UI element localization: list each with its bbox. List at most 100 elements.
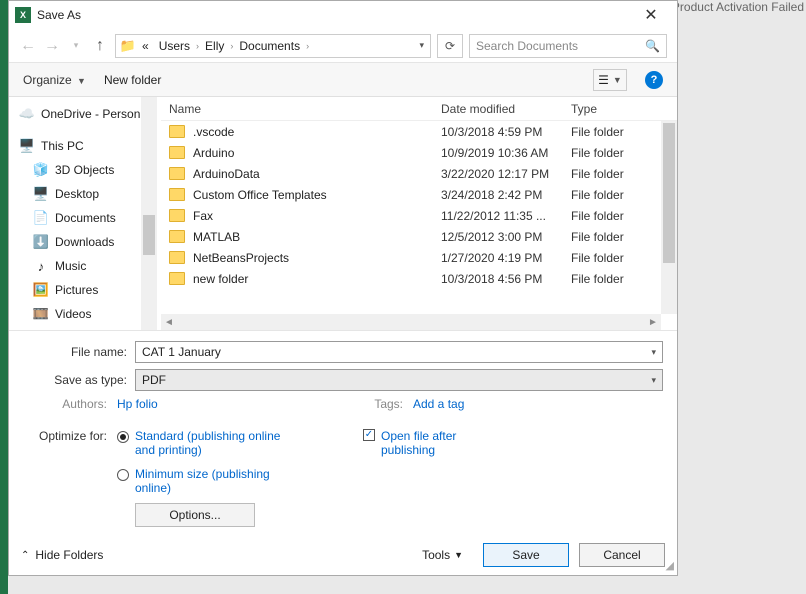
tree-scrollbar[interactable] — [141, 97, 157, 330]
file-date: 11/22/2012 11:35 ... — [441, 209, 571, 223]
back-button[interactable]: ← — [19, 37, 37, 55]
tree-item-desktop[interactable]: 🖥️Desktop — [33, 183, 153, 205]
breadcrumb-prefix: « — [138, 39, 153, 53]
file-name: MATLAB — [193, 230, 240, 244]
optimize-label: Optimize for: — [23, 429, 107, 443]
help-button[interactable]: ? — [645, 71, 663, 89]
authors-value[interactable]: Hp folio — [117, 397, 158, 411]
file-row[interactable]: Arduino10/9/2019 10:36 AMFile folder — [161, 142, 677, 163]
file-row[interactable]: new folder10/3/2018 4:56 PMFile folder — [161, 268, 677, 289]
address-bar[interactable]: 📁 « Users › Elly › Documents › ▾ — [115, 34, 431, 58]
breadcrumb-sep: › — [230, 41, 233, 51]
options-button[interactable]: Options... — [135, 503, 255, 527]
file-hscrollbar[interactable]: ◄ ► — [161, 314, 661, 330]
new-folder-button[interactable]: New folder — [104, 73, 161, 87]
organize-label: Organize — [23, 73, 72, 87]
breadcrumb-sep: › — [306, 41, 309, 51]
folder-icon — [169, 125, 185, 138]
chevron-down-icon: ▼ — [613, 75, 622, 85]
tree-item-pictures[interactable]: 🖼️Pictures — [33, 279, 153, 301]
search-input[interactable]: Search Documents 🔍 — [469, 34, 667, 58]
file-name: Arduino — [193, 146, 234, 160]
hide-folders-button[interactable]: ⌃ Hide Folders — [21, 548, 103, 562]
optimize-minimum-radio[interactable] — [117, 469, 129, 481]
file-type: File folder — [571, 209, 659, 223]
file-row[interactable]: ArduinoData3/22/2020 12:17 PMFile folder — [161, 163, 677, 184]
chevron-up-icon: ⌃ — [21, 550, 29, 561]
recent-caret[interactable]: ▾ — [67, 40, 85, 51]
refresh-button[interactable]: ⟳ — [437, 34, 463, 58]
scrollbar-thumb[interactable] — [143, 215, 155, 255]
scroll-left-icon[interactable]: ◄ — [161, 317, 177, 328]
resize-grip-icon[interactable]: ◢ — [666, 559, 674, 572]
organize-menu[interactable]: Organize ▼ — [23, 73, 86, 87]
titlebar: X Save As ✕ — [9, 1, 677, 29]
file-name: Custom Office Templates — [193, 188, 327, 202]
file-type: File folder — [571, 125, 659, 139]
optimize-minimum-label[interactable]: Minimum size (publishing online) — [135, 467, 285, 495]
file-vscrollbar[interactable] — [661, 121, 677, 314]
scroll-right-icon[interactable]: ► — [645, 317, 661, 328]
tree-item-label: 3D Objects — [55, 163, 114, 177]
tree-item-videos[interactable]: 🎞️Videos — [33, 303, 153, 325]
folder-location-icon: 📁 — [120, 38, 136, 54]
forward-button[interactable]: → — [43, 37, 61, 55]
file-row[interactable]: Custom Office Templates 3/24/2018 2:42 PM… — [161, 184, 677, 205]
authors-label: Authors: — [23, 397, 107, 411]
tree-item-3d-objects[interactable]: 🧊 3D Objects — [33, 159, 153, 181]
savetype-select[interactable]: PDF ▾ — [135, 369, 663, 391]
save-button[interactable]: Save — [483, 543, 569, 567]
tree-item-documents[interactable]: 📄 Documents — [33, 207, 153, 229]
breadcrumb-seg-1[interactable]: Elly — [201, 39, 228, 53]
chevron-down-icon[interactable]: ▾ — [651, 375, 656, 386]
open-after-label[interactable]: Open file after publishing — [381, 429, 501, 457]
scrollbar-thumb[interactable] — [663, 123, 675, 263]
body-area: ☁️OneDrive - Person🖥️This PC🧊3D Objects🖥… — [9, 97, 677, 330]
col-type[interactable]: Type — [571, 102, 659, 116]
file-type: File folder — [571, 146, 659, 160]
col-date[interactable]: Date modified — [441, 102, 571, 116]
tools-label: Tools — [422, 548, 450, 562]
tree-item-onedrive-person[interactable]: ☁️OneDrive - Person — [19, 103, 153, 125]
view-mode-button[interactable]: ☰ ▼ — [593, 69, 627, 91]
music-icon: ♪ — [33, 258, 49, 274]
breadcrumb-seg-2[interactable]: Documents — [235, 39, 304, 53]
tree-item-this-pc[interactable]: 🖥️This PC — [19, 135, 153, 157]
nav-row: ← → ▾ ↑ 📁 « Users › Elly › Documents › ▾… — [9, 29, 677, 63]
file-row[interactable]: MATLAB 12/5/2012 3:00 PMFile folder — [161, 226, 677, 247]
optimize-standard-radio[interactable] — [117, 431, 129, 443]
up-button[interactable]: ↑ — [91, 37, 109, 55]
cloud-icon: ☁️ — [19, 106, 35, 122]
cancel-button[interactable]: Cancel — [579, 543, 665, 567]
close-button[interactable]: ✕ — [631, 5, 671, 25]
doc-icon: 📄 — [33, 210, 49, 226]
optimize-standard-label[interactable]: Standard (publishing online and printing… — [135, 429, 285, 457]
file-date: 3/24/2018 2:42 PM — [441, 188, 571, 202]
chevron-down-icon[interactable]: ▾ — [651, 347, 656, 358]
file-type: File folder — [571, 230, 659, 244]
tools-menu[interactable]: Tools ▼ — [422, 548, 463, 562]
tree-item-label: This PC — [41, 139, 84, 153]
file-name: .vscode — [193, 125, 234, 139]
file-date: 12/5/2012 3:00 PM — [441, 230, 571, 244]
tree-item-downloads[interactable]: ⬇️Downloads — [33, 231, 153, 253]
file-row[interactable]: NetBeansProjects1/27/2020 4:19 PMFile fo… — [161, 247, 677, 268]
down-icon: ⬇️ — [33, 234, 49, 250]
desk-icon: 🖥️ — [33, 186, 49, 202]
file-name: Fax — [193, 209, 213, 223]
obj3d-icon: 🧊 — [33, 162, 49, 178]
tree-item-label: Documents — [55, 211, 116, 225]
footer: ⌃ Hide Folders Tools ▼ Save Cancel — [9, 535, 677, 575]
search-icon: 🔍 — [645, 39, 660, 53]
open-after-checkbox[interactable]: ✓ — [363, 429, 375, 441]
tree-item-music[interactable]: ♪Music — [33, 255, 153, 277]
address-history-caret[interactable]: ▾ — [419, 40, 424, 51]
tags-value[interactable]: Add a tag — [413, 397, 464, 411]
file-row[interactable]: Fax 11/22/2012 11:35 ...File folder — [161, 205, 677, 226]
breadcrumb-seg-0[interactable]: Users — [155, 39, 194, 53]
file-name: NetBeansProjects — [193, 251, 289, 265]
file-row[interactable]: .vscode10/3/2018 4:59 PMFile folder — [161, 121, 677, 142]
folder-icon — [169, 188, 185, 201]
col-name[interactable]: Name — [161, 102, 441, 116]
filename-input[interactable]: CAT 1 January ▾ — [135, 341, 663, 363]
